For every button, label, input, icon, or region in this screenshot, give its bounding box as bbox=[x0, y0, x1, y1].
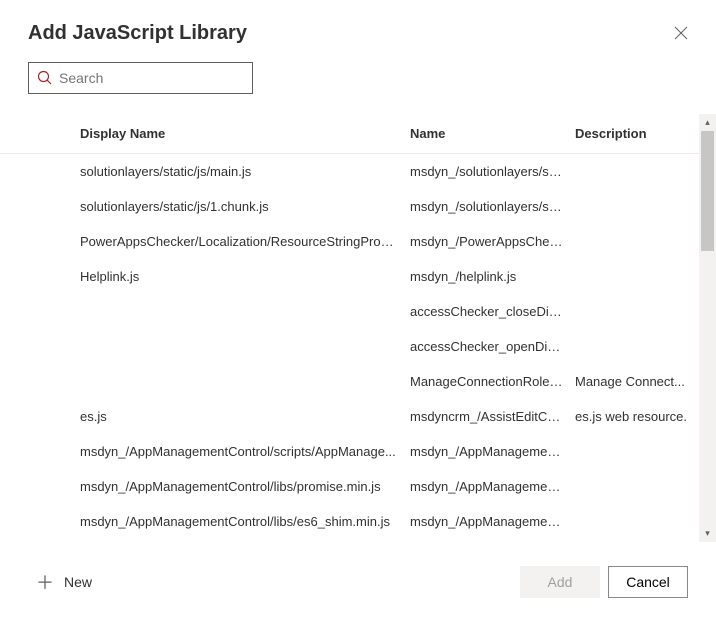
cell-display-name: msdyn_/AppManagementControl/libs/promise… bbox=[80, 479, 410, 494]
cell-display-name: solutionlayers/static/js/main.js bbox=[80, 164, 410, 179]
cell-display-name: msdyn_/AppManagementControl/scripts/AppM… bbox=[80, 444, 410, 459]
column-header-name[interactable]: Name bbox=[410, 126, 575, 141]
cell-display-name bbox=[80, 339, 410, 354]
vertical-scrollbar[interactable]: ▴ ▾ bbox=[699, 114, 716, 542]
scroll-down-arrow[interactable]: ▾ bbox=[699, 525, 716, 542]
cell-name: msdyn_/solutionlayers/sta... bbox=[410, 199, 575, 214]
close-icon bbox=[674, 26, 688, 40]
dialog-footer: ＋ New Add Cancel bbox=[0, 542, 716, 622]
table-row[interactable]: msdyn_/AppManagementControl/scripts/AppM… bbox=[0, 434, 699, 469]
cell-description bbox=[575, 269, 690, 284]
table-row[interactable]: accessChecker_openDialo... bbox=[0, 329, 699, 364]
column-header-description[interactable]: Description bbox=[575, 126, 690, 141]
table-row[interactable]: msdyn_/AppManagementControl/libs/react_1… bbox=[0, 539, 699, 542]
cell-description bbox=[575, 479, 690, 494]
cell-name: msdyn_/AppManagement... bbox=[410, 444, 575, 459]
table-row[interactable]: msdyn_/AppManagementControl/libs/es6_shi… bbox=[0, 504, 699, 539]
search-icon bbox=[37, 70, 53, 86]
cell-name: msdyn_/solutionlayers/sta... bbox=[410, 164, 575, 179]
cell-display-name: Helplink.js bbox=[80, 269, 410, 284]
cell-description bbox=[575, 444, 690, 459]
cell-display-name: es.js bbox=[80, 409, 410, 424]
cell-description bbox=[575, 199, 690, 214]
table-row[interactable]: es.jsmsdyncrm_/AssistEditCon...es.js web… bbox=[0, 399, 699, 434]
table-row[interactable]: accessChecker_closeDialo... bbox=[0, 294, 699, 329]
search-region bbox=[0, 62, 716, 114]
scroll-track[interactable] bbox=[699, 131, 716, 525]
cell-name: msdyncrm_/AssistEditCon... bbox=[410, 409, 575, 424]
new-button-label: New bbox=[64, 574, 92, 590]
table-header-row: Display Name Name Description bbox=[0, 114, 699, 154]
table-row[interactable]: solutionlayers/static/js/main.jsmsdyn_/s… bbox=[0, 154, 699, 189]
dialog-title: Add JavaScript Library bbox=[28, 22, 247, 45]
table-row[interactable]: PowerAppsChecker/Localization/ResourceSt… bbox=[0, 224, 699, 259]
cell-name: accessChecker_closeDialo... bbox=[410, 304, 575, 319]
cell-display-name: msdyn_/AppManagementControl/libs/es6_shi… bbox=[80, 514, 410, 529]
footer-actions: Add Cancel bbox=[520, 566, 688, 598]
cell-name: msdyn_/helplink.js bbox=[410, 269, 575, 284]
table-row[interactable]: solutionlayers/static/js/1.chunk.jsmsdyn… bbox=[0, 189, 699, 224]
cell-description bbox=[575, 304, 690, 319]
table-row[interactable]: Helplink.jsmsdyn_/helplink.js bbox=[0, 259, 699, 294]
library-table: Display Name Name Description solutionla… bbox=[0, 114, 716, 542]
plus-icon: ＋ bbox=[36, 569, 54, 595]
column-header-display-name[interactable]: Display Name bbox=[80, 126, 410, 141]
cell-display-name: PowerAppsChecker/Localization/ResourceSt… bbox=[80, 234, 410, 249]
dialog-header: Add JavaScript Library bbox=[0, 0, 716, 62]
table-scroll[interactable]: Display Name Name Description solutionla… bbox=[0, 114, 699, 542]
cell-display-name: solutionlayers/static/js/1.chunk.js bbox=[80, 199, 410, 214]
cell-display-name bbox=[80, 374, 410, 389]
cell-name: accessChecker_openDialo... bbox=[410, 339, 575, 354]
scroll-up-arrow[interactable]: ▴ bbox=[699, 114, 716, 131]
new-button[interactable]: ＋ New bbox=[36, 569, 92, 595]
scroll-thumb[interactable] bbox=[701, 131, 714, 251]
cell-name: ManageConnectionRoles... bbox=[410, 374, 575, 389]
cell-description: Manage Connect... bbox=[575, 374, 690, 389]
cell-description bbox=[575, 234, 690, 249]
add-button[interactable]: Add bbox=[520, 566, 600, 598]
table-row[interactable]: msdyn_/AppManagementControl/libs/promise… bbox=[0, 469, 699, 504]
cell-description: es.js web resource. bbox=[575, 409, 690, 424]
cell-name: msdyn_/AppManagement... bbox=[410, 479, 575, 494]
cell-name: msdyn_/PowerAppsCheck... bbox=[410, 234, 575, 249]
add-js-library-dialog: Add JavaScript Library Display Name Name… bbox=[0, 0, 716, 622]
cancel-button[interactable]: Cancel bbox=[608, 566, 688, 598]
close-button[interactable] bbox=[670, 22, 692, 46]
table-row[interactable]: ManageConnectionRoles...Manage Connect..… bbox=[0, 364, 699, 399]
cell-description bbox=[575, 514, 690, 529]
search-box[interactable] bbox=[28, 62, 253, 94]
cell-display-name bbox=[80, 304, 410, 319]
cell-name: msdyn_/AppManagement... bbox=[410, 514, 575, 529]
cell-description bbox=[575, 339, 690, 354]
search-input[interactable] bbox=[59, 70, 244, 86]
cell-description bbox=[575, 164, 690, 179]
